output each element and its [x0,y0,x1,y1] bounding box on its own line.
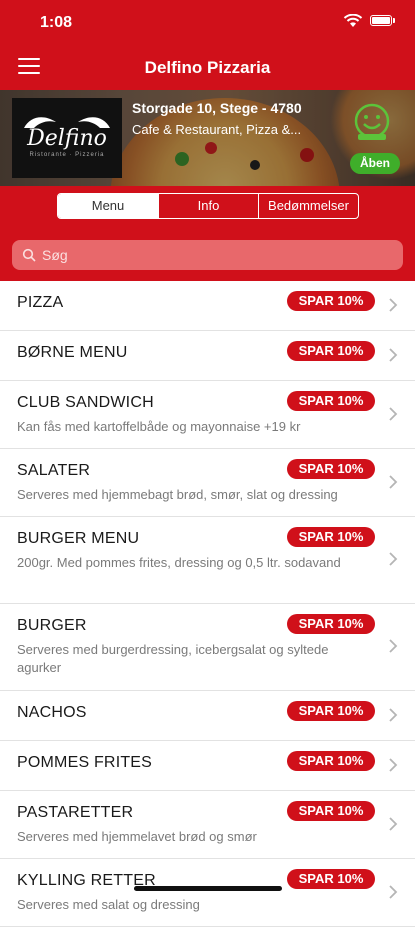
logo-subtext: Ristorante · Pizzeria [29,152,105,158]
chevron-right-icon [389,817,398,831]
discount-badge: SPAR 10% [287,459,375,479]
tab-info[interactable]: Info [158,194,258,218]
elite-smiley-icon [354,103,390,140]
menu-item-pommes-frites[interactable]: POMMES FRITES SPAR 10% [0,741,415,791]
menu-item-title: PIZZA [17,294,64,311]
navigation-bar: Delfino Pizzaria [0,44,415,90]
menu-item-pastaretter[interactable]: PASTARETTER Serveres med hjemmelavet brø… [0,791,415,859]
discount-badge: SPAR 10% [287,391,375,411]
wifi-icon [343,14,363,27]
discount-badge: SPAR 10% [287,614,375,634]
tab-menu[interactable]: Menu [58,194,158,218]
tab-reviews[interactable]: Bedømmelser [258,194,358,218]
menu-item-burger-menu[interactable]: BURGER MENU 200gr. Med pommes frites, dr… [0,517,415,604]
menu-item-description: Serveres med burgerdressing, icebergsala… [17,642,329,675]
restaurant-categories: Cafe & Restaurant, Pizza &... [132,122,302,137]
discount-badge: SPAR 10% [287,801,375,821]
discount-badge: SPAR 10% [287,701,375,721]
page-title: Delfino Pizzaria [144,58,271,77]
menu-item-description: Serveres med hjemmebagt brød, smør, slat… [17,487,338,502]
menu-item-title: NACHOS [17,704,87,721]
discount-badge: SPAR 10% [287,869,375,889]
menu-item-pizza[interactable]: PIZZA SPAR 10% [0,281,415,331]
status-time: 1:08 [40,14,73,31]
discount-badge: SPAR 10% [287,291,375,311]
home-indicator[interactable] [134,886,282,891]
menu-item-description: Serveres med salat og dressing [17,897,200,912]
restaurant-address: Storgade 10, Stege - 4780 [132,100,302,116]
menu-item-description: 200gr. Med pommes frites, dressing og 0,… [17,555,341,570]
restaurant-banner: Delfino Ristorante · Pizzeria Storgade 1… [0,90,415,186]
chevron-right-icon [389,407,398,421]
logo-text: Delfino [27,126,107,151]
discount-badge: SPAR 10% [287,341,375,361]
chevron-right-icon [389,639,398,653]
status-bar: 1:08 [0,0,415,44]
chevron-right-icon [389,885,398,899]
menu-item-club-sandwich[interactable]: CLUB SANDWICH Kan fås med kartoffelbåde … [0,381,415,449]
menu-item-nachos[interactable]: NACHOS SPAR 10% [0,691,415,741]
menu-item-title: POMMES FRITES [17,754,153,771]
search-bar[interactable] [12,240,403,270]
menu-item-borne-menu[interactable]: BØRNE MENU SPAR 10% [0,331,415,381]
chevron-right-icon [389,552,398,566]
menu-category-list: PIZZA SPAR 10% BØRNE MENU SPAR 10% CLUB … [0,281,415,927]
segmented-tabs: Menu Info Bedømmelser [57,193,359,219]
menu-item-title: BURGER [17,617,87,634]
search-input[interactable] [42,240,382,270]
menu-item-title: CLUB SANDWICH [17,394,154,411]
menu-item-title: SALATER [17,462,91,479]
open-status-badge: Åben [350,153,400,174]
menu-item-kylling-retter[interactable]: KYLLING RETTER Serveres med salat og dre… [0,859,415,927]
chevron-right-icon [389,708,398,722]
discount-badge: SPAR 10% [287,751,375,771]
chevron-right-icon [389,298,398,312]
search-icon [22,248,36,262]
chevron-right-icon [389,475,398,489]
battery-icon [370,15,392,26]
menu-item-title: BURGER MENU [17,530,140,547]
menu-item-title: PASTARETTER [17,804,134,821]
menu-item-burger[interactable]: BURGER Serveres med burgerdressing, iceb… [0,604,415,691]
restaurant-logo: Delfino Ristorante · Pizzeria [12,98,122,178]
chevron-right-icon [389,758,398,772]
menu-item-description: Serveres med hjemmelavet brød og smør [17,829,257,844]
menu-item-description: Kan fås med kartoffelbåde og mayonnaise … [17,419,301,434]
battery-tip [393,18,395,23]
discount-badge: SPAR 10% [287,527,375,547]
menu-item-salater[interactable]: SALATER Serveres med hjemmebagt brød, sm… [0,449,415,517]
chevron-right-icon [389,348,398,362]
menu-item-title: BØRNE MENU [17,344,128,361]
